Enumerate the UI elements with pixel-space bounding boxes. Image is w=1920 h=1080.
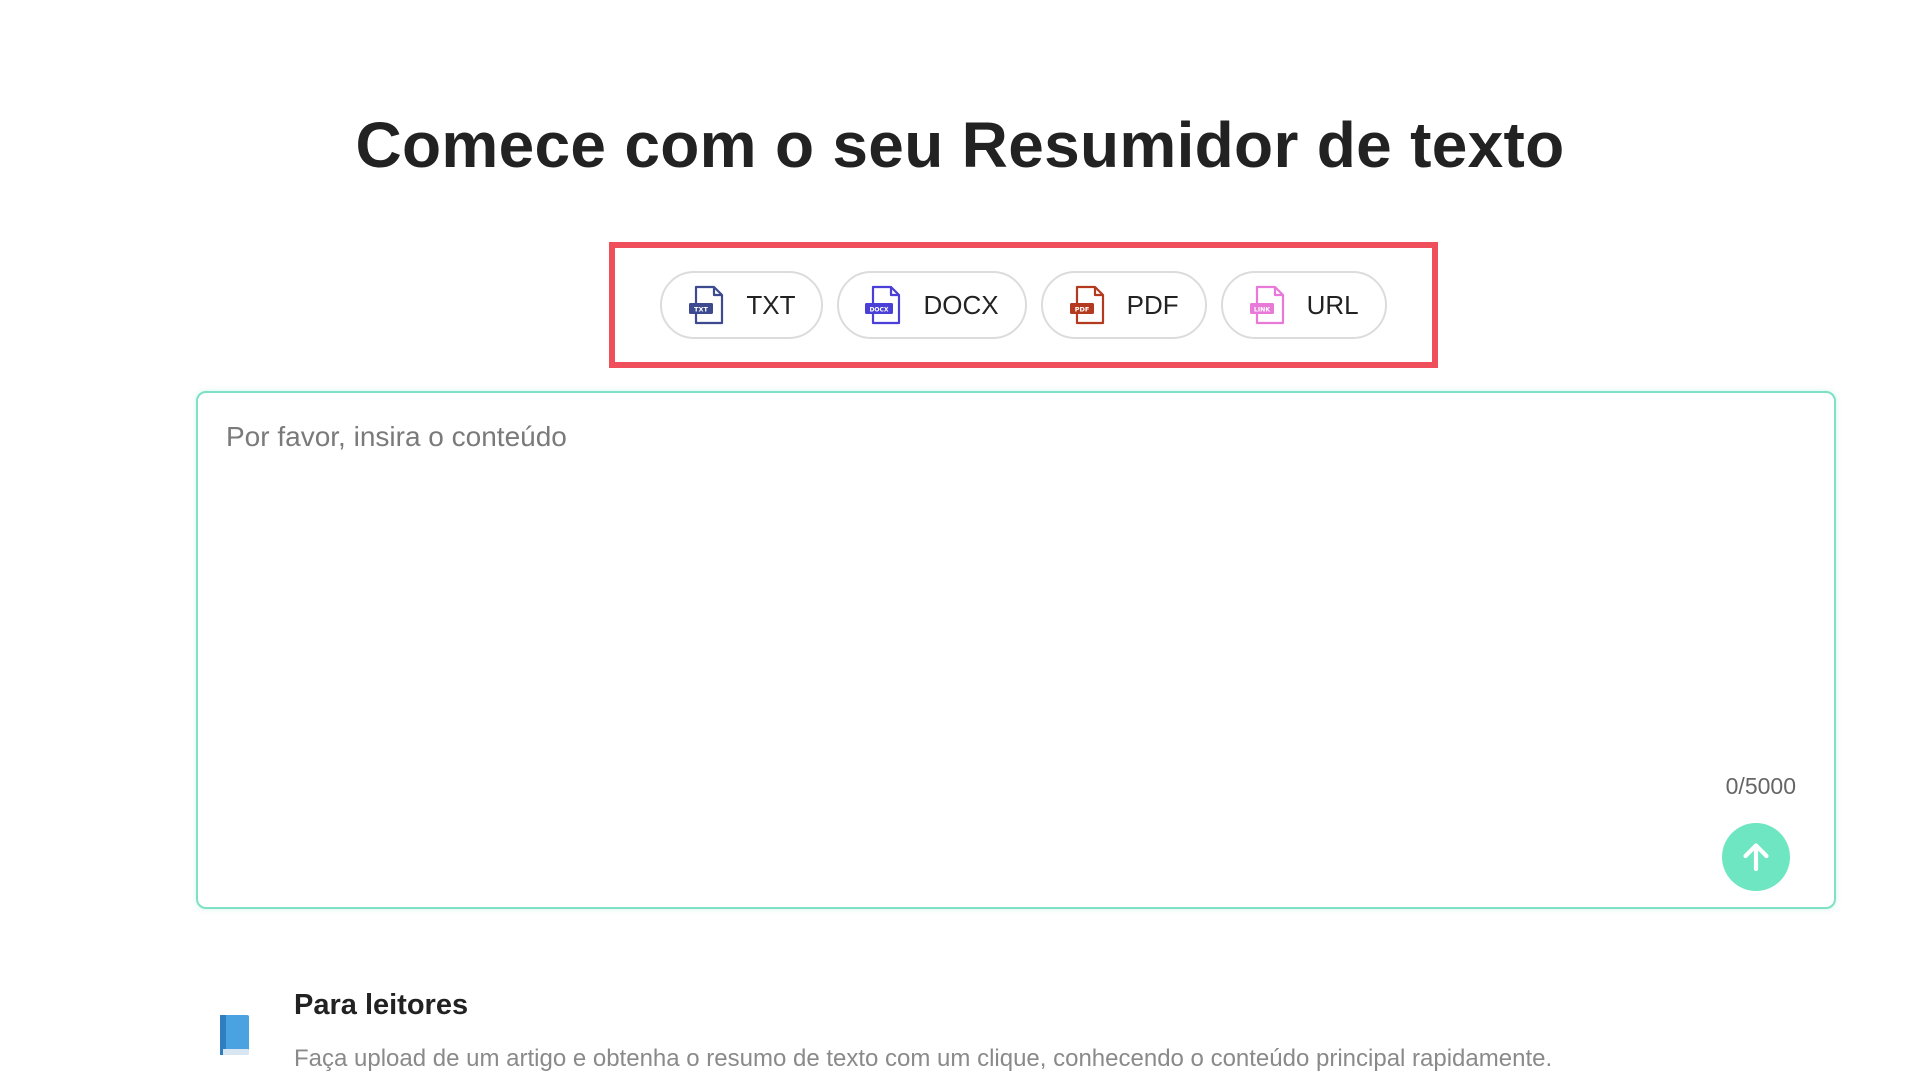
pdf-file-icon: PDF	[1067, 283, 1111, 327]
content-input[interactable]	[224, 419, 1808, 753]
url-format-label: URL	[1306, 289, 1359, 320]
url-format-button[interactable]: LINK URL	[1220, 271, 1387, 339]
svg-text:TXT: TXT	[694, 306, 708, 314]
character-counter: 0/5000	[1725, 773, 1796, 799]
link-file-icon: LINK	[1247, 283, 1291, 327]
submit-button[interactable]	[1722, 823, 1790, 891]
feature-item: Para leitores Faça upload de um artigo e…	[216, 985, 1876, 1080]
svg-text:LINK: LINK	[1254, 307, 1270, 314]
pdf-format-label: PDF	[1126, 289, 1179, 320]
svg-text:DOCX: DOCX	[870, 307, 889, 314]
feature-title: Para leitores	[294, 989, 469, 1021]
text-editor: 0/5000	[196, 391, 1836, 909]
docx-format-button[interactable]: DOCX DOCX	[837, 271, 1027, 339]
arrow-up-icon	[1738, 839, 1774, 875]
pdf-format-button[interactable]: PDF PDF	[1040, 271, 1207, 339]
format-selector: TXT TXT DOCX DOCX PDF PDF LINK URL	[609, 242, 1438, 368]
page-title: Comece com o seu Resumidor de texto	[355, 109, 1565, 181]
svg-text:PDF: PDF	[1074, 306, 1089, 314]
docx-format-label: DOCX	[923, 289, 999, 320]
feature-description: Faça upload de um artigo e obtenha o res…	[294, 1045, 1553, 1072]
txt-format-button[interactable]: TXT TXT	[660, 271, 824, 339]
page: Comece com o seu Resumidor de texto TXT …	[0, 0, 1920, 1080]
txt-format-label: TXT	[746, 289, 796, 320]
docx-file-icon: DOCX	[863, 283, 907, 327]
txt-file-icon: TXT	[686, 283, 730, 327]
book-icon	[216, 1013, 252, 1057]
